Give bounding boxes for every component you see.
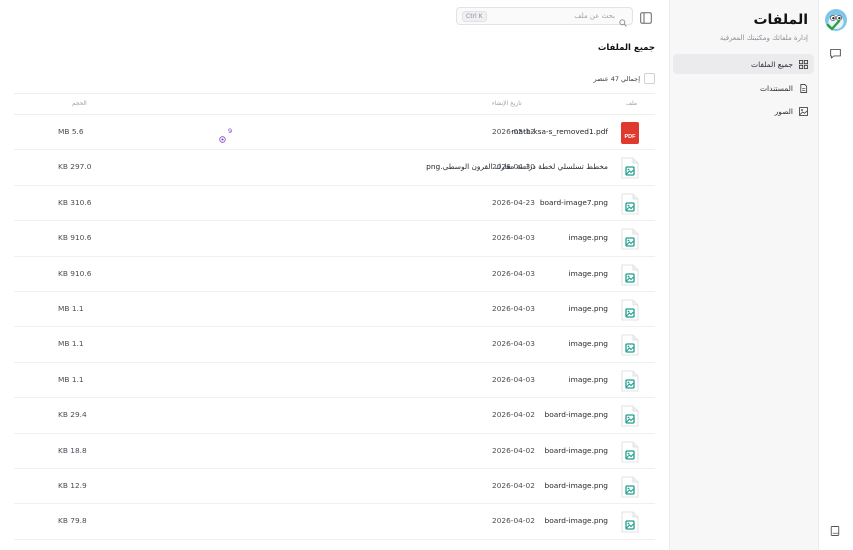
file-name[interactable]: image.png <box>569 339 608 348</box>
file-size: 79.8 KB <box>58 516 87 526</box>
pdf-file-icon: PDF <box>621 122 639 144</box>
select-all-checkbox[interactable] <box>644 73 655 84</box>
sidebar-item-label: المستندات <box>759 83 793 93</box>
icon-rail <box>818 0 853 550</box>
select-all-row: إجمالي 47 عنصر <box>594 73 655 84</box>
search-input[interactable] <box>490 12 615 20</box>
file-date: 2026-04-02 <box>492 410 535 420</box>
image-file-icon <box>621 228 639 250</box>
image-file-icon <box>621 157 639 179</box>
search-box[interactable]: Ctrl K <box>456 7 633 27</box>
table-header: ملف تاريخ الإنشاء الحجم <box>14 93 655 115</box>
sidebar: الملفات إدارة ملفاتك ومكتبتك المعرفية جم… <box>669 0 818 550</box>
column-header-created[interactable]: تاريخ الإنشاء <box>492 101 522 107</box>
table-row[interactable]: مخطط تسلسلي لخطة دراسة معارك القرون الوس… <box>14 150 655 186</box>
table-row[interactable]: image.png 2026-04-03 1.1 MB <box>14 327 655 363</box>
file-size: 1.1 MB <box>58 374 84 384</box>
sidebar-subtitle: إدارة ملفاتك ومكتبتك المعرفية <box>719 34 808 42</box>
table-row[interactable]: board-image.png 2026-04-02 18.8 KB <box>14 434 655 469</box>
main-content: Ctrl K جميع الملفات إجمالي 47 عنصر ملف ت… <box>0 0 669 550</box>
search-shortcut-badge: Ctrl K <box>462 10 487 22</box>
table-row[interactable]: image.png 2026-04-03 910.6 KB <box>14 257 655 292</box>
file-date: 2026-04-02 <box>492 516 535 526</box>
file-size: 297.0 KB <box>58 162 92 172</box>
file-name[interactable]: image.png <box>569 304 608 313</box>
sidebar-item-all-files[interactable]: جميع الملفات <box>673 54 814 74</box>
image-file-icon <box>621 193 639 215</box>
file-date: 2026-04-03 <box>492 233 535 243</box>
file-name[interactable]: image.png <box>569 233 608 242</box>
table-row[interactable]: image.png 2026-04-03 1.1 MB <box>14 363 655 399</box>
search-icon <box>619 12 627 27</box>
table-row[interactable]: board-image.png 2026-04-02 29.4 KB <box>14 398 655 434</box>
file-size: 18.8 KB <box>58 445 87 455</box>
file-name[interactable]: board-image.png <box>545 410 608 419</box>
file-name[interactable]: board-image.png <box>545 446 608 455</box>
column-header-size[interactable]: الحجم <box>72 101 87 107</box>
sidebar-item-label: جميع الملفات <box>751 59 793 69</box>
file-size: 310.6 KB <box>58 197 92 207</box>
table-row[interactable]: board-image7.png 2026-04-23 310.6 KB <box>14 186 655 222</box>
image-file-icon <box>621 441 639 463</box>
document-icon <box>798 83 808 93</box>
sidebar-title: الملفات <box>753 12 808 28</box>
column-header-file[interactable]: ملف <box>626 101 637 107</box>
file-size: 910.6 KB <box>58 233 92 243</box>
sidebar-toggle-icon[interactable] <box>640 9 652 24</box>
table-row[interactable]: board-image.png 2026-04-02 12.9 KB <box>14 469 655 505</box>
sidebar-item-label: الصور <box>774 106 793 116</box>
book-icon[interactable] <box>826 522 844 540</box>
file-size: 910.6 KB <box>58 268 92 278</box>
table-row[interactable]: image.png 2026-04-03 1.1 MB <box>14 292 655 328</box>
file-date: 2026-04-02 <box>492 480 535 490</box>
file-size: 12.9 KB <box>58 480 87 490</box>
image-file-icon <box>621 264 639 286</box>
target-icon <box>219 128 226 143</box>
image-file-icon <box>621 405 639 427</box>
file-date: 2026-04-23 <box>492 197 535 207</box>
file-name[interactable]: board-image.png <box>545 516 608 525</box>
file-date: 2026-04-03 <box>492 374 535 384</box>
image-file-icon <box>621 370 639 392</box>
file-list: PDF math-ksa-s_removed1.pdf 9 2026-05-12 5.6… <box>14 115 655 540</box>
file-date: 2026-04-03 <box>492 303 535 313</box>
file-date: 2026-04-02 <box>492 445 535 455</box>
page-title: جميع الملفات <box>597 43 655 53</box>
app-logo-icon[interactable] <box>824 8 848 32</box>
file-date: 2026-04-30 <box>492 162 535 172</box>
item-count: إجمالي 47 عنصر <box>593 74 640 83</box>
file-date: 2026-04-03 <box>492 268 535 278</box>
chat-icon[interactable] <box>826 44 844 62</box>
table-row[interactable]: PDF math-ksa-s_removed1.pdf 9 2026-05-12 5.6… <box>14 115 655 151</box>
sidebar-item-images[interactable]: الصور <box>673 101 814 121</box>
file-size: 29.4 KB <box>58 410 87 420</box>
image-file-icon <box>621 476 639 498</box>
file-name[interactable]: board-image.png <box>545 481 608 490</box>
file-date: 2026-04-03 <box>492 339 535 349</box>
image-icon <box>798 106 808 116</box>
file-size: 5.6 MB <box>58 127 84 136</box>
table-row[interactable]: board-image.png 2026-04-02 79.8 KB <box>14 504 655 540</box>
badge-count: 9 <box>228 127 233 135</box>
file-date: 2026-05-12 <box>492 127 535 136</box>
sidebar-item-documents[interactable]: المستندات <box>673 78 814 98</box>
table-row[interactable]: image.png 2026-04-03 910.6 KB <box>14 221 655 257</box>
file-name[interactable]: image.png <box>569 375 608 384</box>
image-file-icon <box>621 334 639 356</box>
chunk-count-badge: 9 <box>219 127 233 143</box>
image-file-icon <box>621 511 639 533</box>
file-name[interactable]: image.png <box>569 269 608 278</box>
file-size: 1.1 MB <box>58 339 84 349</box>
file-name[interactable]: board-image7.png <box>540 198 608 207</box>
image-file-icon <box>621 299 639 321</box>
grid-icon <box>798 59 808 69</box>
file-size: 1.1 MB <box>58 303 84 313</box>
